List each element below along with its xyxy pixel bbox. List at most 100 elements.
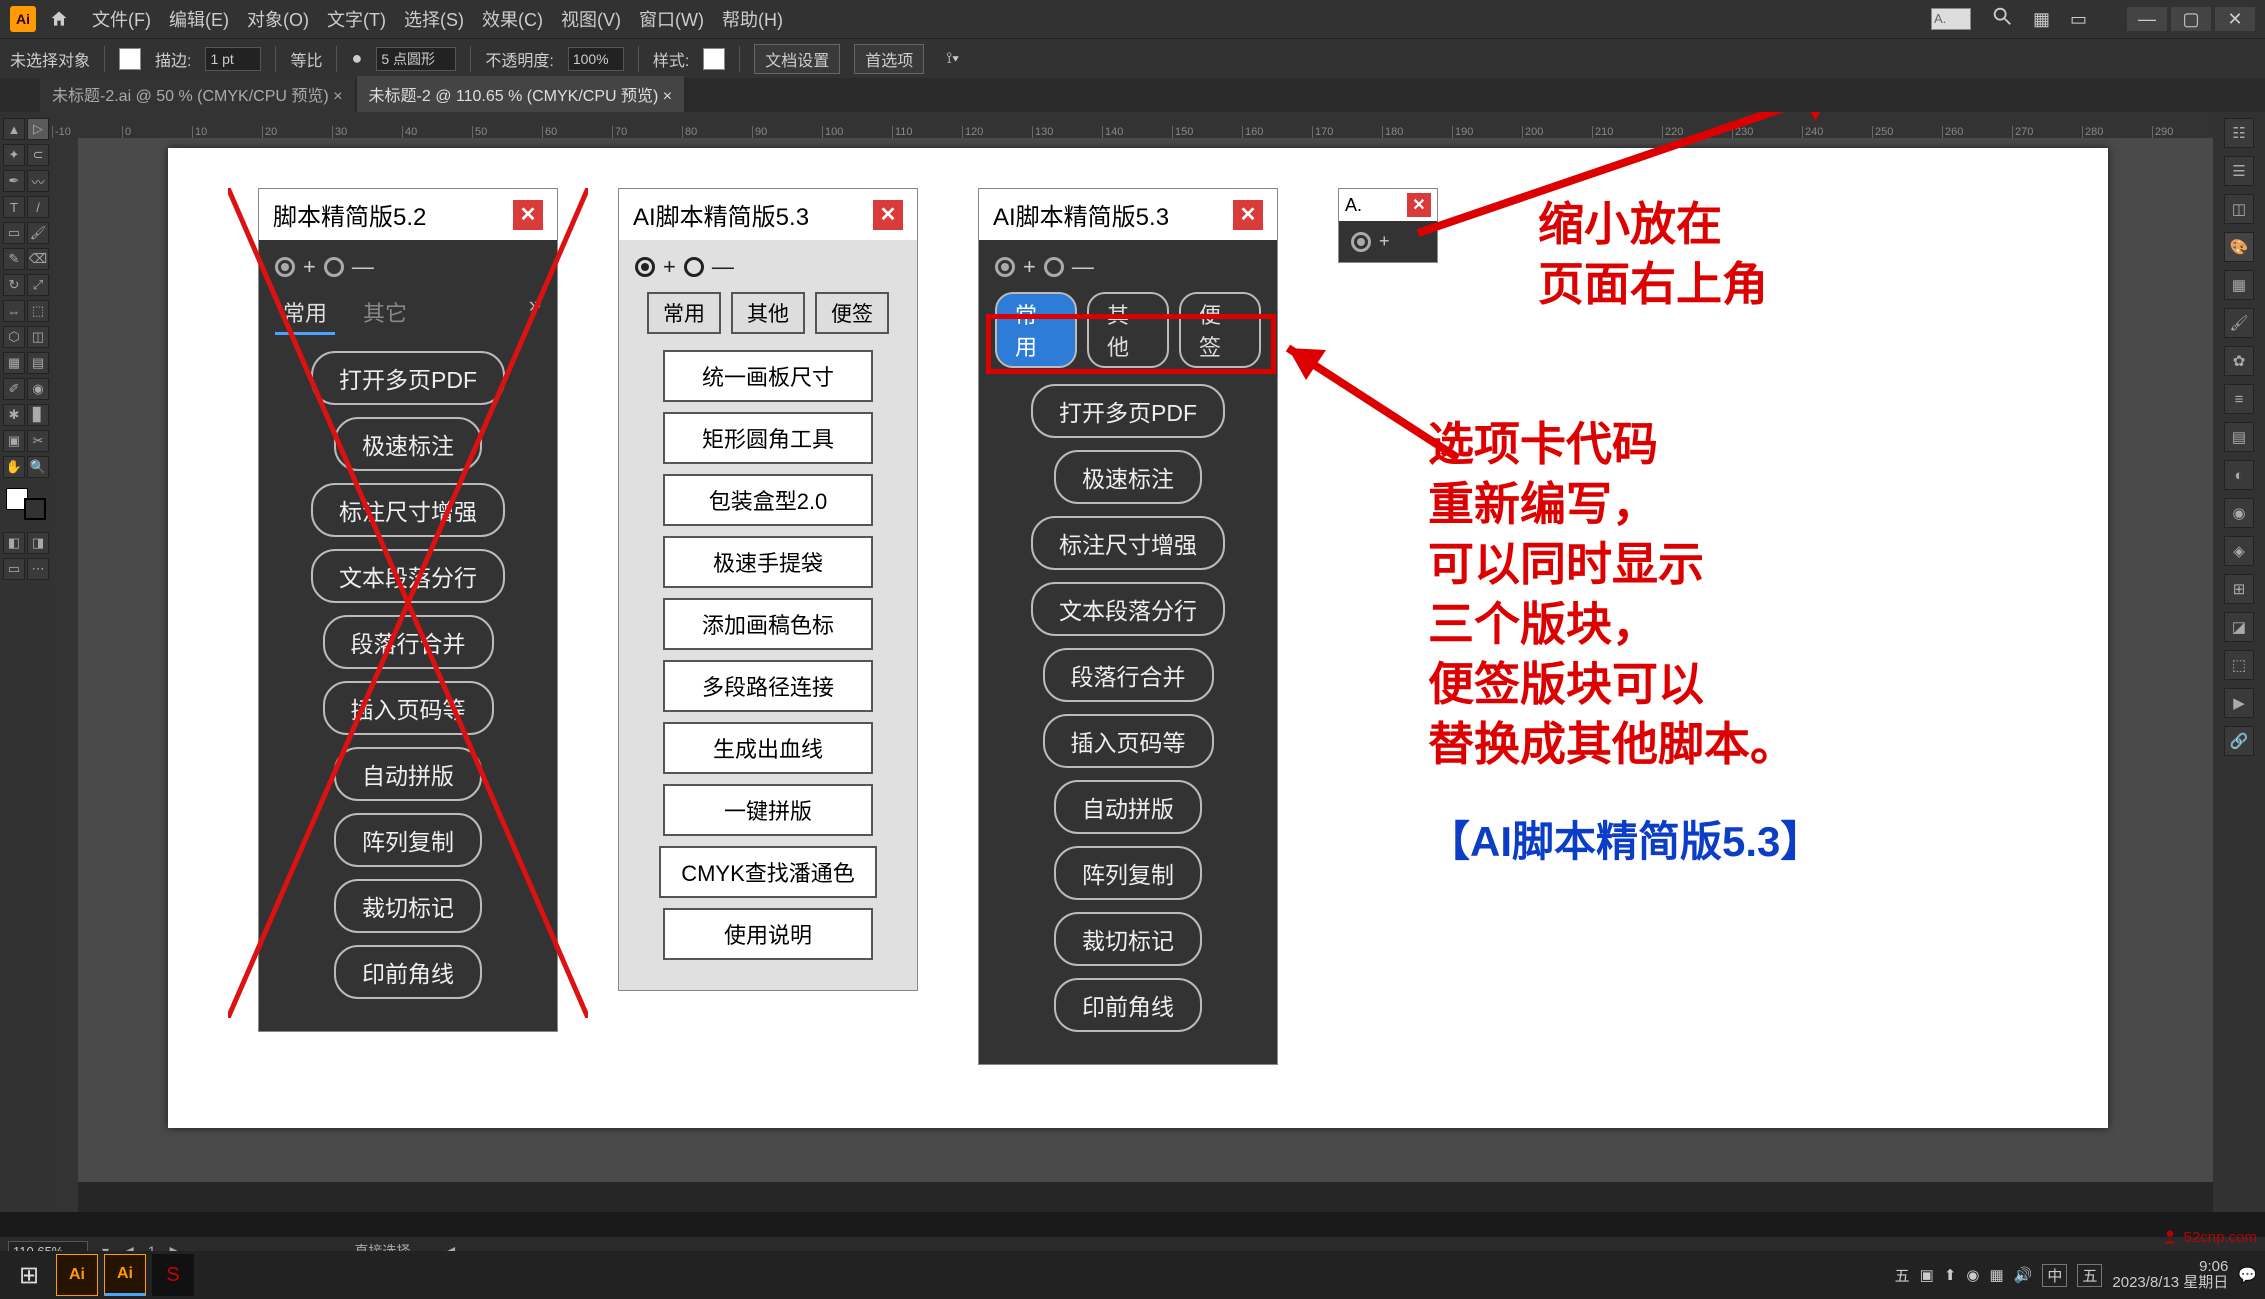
btn-auto-impose[interactable]: 自动拼版 [1054,780,1202,834]
btn-text-split[interactable]: 文本段落分行 [1031,582,1225,636]
width-tool[interactable]: ⇔ [3,300,25,322]
btn-cmyk-pantone[interactable]: CMYK查找潘通色 [659,846,877,898]
chevron-right-icon[interactable]: » [529,292,541,335]
radio-checked-icon[interactable] [1351,232,1371,252]
libraries-panel-icon[interactable]: ◫ [2224,194,2254,224]
color-panel-icon[interactable]: 🎨 [2224,232,2254,262]
btn-corner-lines[interactable]: 印前角线 [334,945,482,999]
layers-panel-icon[interactable]: ☰ [2224,156,2254,186]
gradient-tool[interactable]: ▤ [27,352,49,374]
btn-bleed-line[interactable]: 生成出血线 [663,722,873,774]
btn-one-click-impose[interactable]: 一键拼版 [663,784,873,836]
rotate-tool[interactable]: ↻ [3,274,25,296]
tray-icon[interactable]: 五 [1895,1265,1910,1286]
perspective-tool[interactable]: ◫ [27,326,49,348]
doc-tab-1[interactable]: 未标题-2 @ 110.65 % (CMYK/CPU 预览) × [357,76,685,112]
btn-page-number[interactable]: 插入页码等 [1043,714,1214,768]
btn-array-copy[interactable]: 阵列复制 [334,813,482,867]
btn-text-split[interactable]: 文本段落分行 [311,549,505,603]
taskbar-illustrator-1[interactable]: Ai [56,1254,98,1296]
doc-tab-0[interactable]: 未标题-2.ai @ 50 % (CMYK/CPU 预览) × [40,76,355,112]
uniform-label[interactable]: 等比 [290,47,322,71]
artboard-tool[interactable]: ▣ [3,430,25,452]
btn-box-template[interactable]: 包装盒型2.0 [663,474,873,526]
style-swatch[interactable] [703,48,725,70]
close-button[interactable]: ✕ [513,200,543,230]
btn-unify-artboard[interactable]: 统一画板尺寸 [663,350,873,402]
tab-other[interactable]: 其它 [345,292,425,335]
tray-icon[interactable]: ◉ [1966,1266,1979,1284]
tray-icon[interactable]: ▣ [1920,1266,1934,1284]
symbol-sprayer-tool[interactable]: ✱ [3,404,25,426]
workspace-switcher-icon[interactable]: ▭ [2070,9,2087,30]
taskbar-illustrator-2[interactable]: Ai [104,1254,146,1296]
btn-dim-enhance[interactable]: 标注尺寸增强 [311,483,505,537]
shape-builder-tool[interactable]: ⬡ [3,326,25,348]
tray-volume-icon[interactable]: 🔊 [2014,1266,2033,1284]
menu-help[interactable]: 帮助(H) [722,6,783,32]
btn-usage[interactable]: 使用说明 [663,908,873,960]
menu-effect[interactable]: 效果(C) [482,6,543,32]
scale-tool[interactable]: ⤢ [27,274,49,296]
graph-tool[interactable]: ▊ [27,404,49,426]
brushes-panel-icon[interactable]: 🖌 [2224,308,2254,338]
btn-fast-annotate[interactable]: 极速标注 [334,417,482,471]
btn-para-merge[interactable]: 段落行合并 [323,615,494,669]
notifications-icon[interactable]: 💬 [2238,1266,2257,1284]
fill-swatch[interactable] [119,48,141,70]
tray-icon[interactable]: ⬆ [1944,1266,1957,1284]
gradient-panel-icon[interactable]: ▤ [2224,422,2254,452]
swatches-panel-icon[interactable]: ▦ [2224,270,2254,300]
line-tool[interactable]: / [27,196,49,218]
rectangle-tool[interactable]: ▭ [3,222,25,244]
symbols-panel-icon[interactable]: ✿ [2224,346,2254,376]
maximize-button[interactable]: ▢ [2171,7,2211,31]
mesh-tool[interactable]: ▦ [3,352,25,374]
menu-type[interactable]: 文字(T) [327,6,386,32]
curvature-tool[interactable]: 〰 [27,170,49,192]
actions-panel-icon[interactable]: ▶ [2224,688,2254,718]
btn-color-bar[interactable]: 添加画稿色标 [663,598,873,650]
close-button[interactable]: ✕ [1407,193,1431,217]
start-button[interactable]: ⊞ [8,1254,50,1296]
screen-mode[interactable]: ▭ [3,558,25,580]
graphic-styles-panel-icon[interactable]: ◈ [2224,536,2254,566]
menu-edit[interactable]: 编辑(E) [169,6,229,32]
taskbar-app-3[interactable]: S [152,1254,194,1296]
menu-window[interactable]: 窗口(W) [639,6,704,32]
search-icon[interactable] [1991,5,2013,33]
tab-common[interactable]: 常用 [275,292,335,335]
stroke-weight-input[interactable] [205,47,261,71]
doc-setup-button[interactable]: 文档设置 [754,44,840,74]
edit-toolbar[interactable]: ⋯ [27,558,49,580]
close-button[interactable]: ✕ [873,200,903,230]
type-tool[interactable]: T [3,196,25,218]
btn-open-pdf[interactable]: 打开多页PDF [1031,384,1225,438]
btn-fast-annotate[interactable]: 极速标注 [1054,450,1202,504]
tray-icon[interactable]: ▦ [1990,1266,2004,1284]
btn-dim-enhance[interactable]: 标注尺寸增强 [1031,516,1225,570]
shaper-tool[interactable]: ✎ [3,248,25,270]
radio-checked-icon[interactable] [275,257,295,277]
top-mini-panel[interactable]: A. [1931,8,1971,30]
taskbar-clock[interactable]: 9:06 2023/8/13 星期日 [2112,1259,2228,1292]
preferences-button[interactable]: 首选项 [854,44,924,74]
transform-panel-icon[interactable]: ⬚ [2224,650,2254,680]
arrange-icon[interactable]: ▦ [2033,9,2050,30]
menu-file[interactable]: 文件(F) [92,6,151,32]
align-panel-icon[interactable]: ⊞ [2224,574,2254,604]
fill-stroke-swatch[interactable] [6,488,46,520]
btn-open-pdf[interactable]: 打开多页PDF [311,351,505,405]
btn-fast-bag[interactable]: 极速手提袋 [663,536,873,588]
menu-select[interactable]: 选择(S) [404,6,464,32]
magic-wand-tool[interactable]: ✦ [3,144,25,166]
properties-panel-icon[interactable]: ☷ [2224,118,2254,148]
btn-multi-path[interactable]: 多段路径连接 [663,660,873,712]
align-icon[interactable]: ⟟▾ [946,50,959,68]
tray-lang-icon[interactable]: 五 [2077,1264,2102,1287]
close-button[interactable]: ✕ [1233,200,1263,230]
canvas[interactable]: -100102030405060708090100110120130140150… [52,112,2213,1212]
radio-checked-icon[interactable] [635,257,655,277]
radio-checked-icon[interactable] [995,257,1015,277]
home-icon[interactable] [46,6,72,32]
